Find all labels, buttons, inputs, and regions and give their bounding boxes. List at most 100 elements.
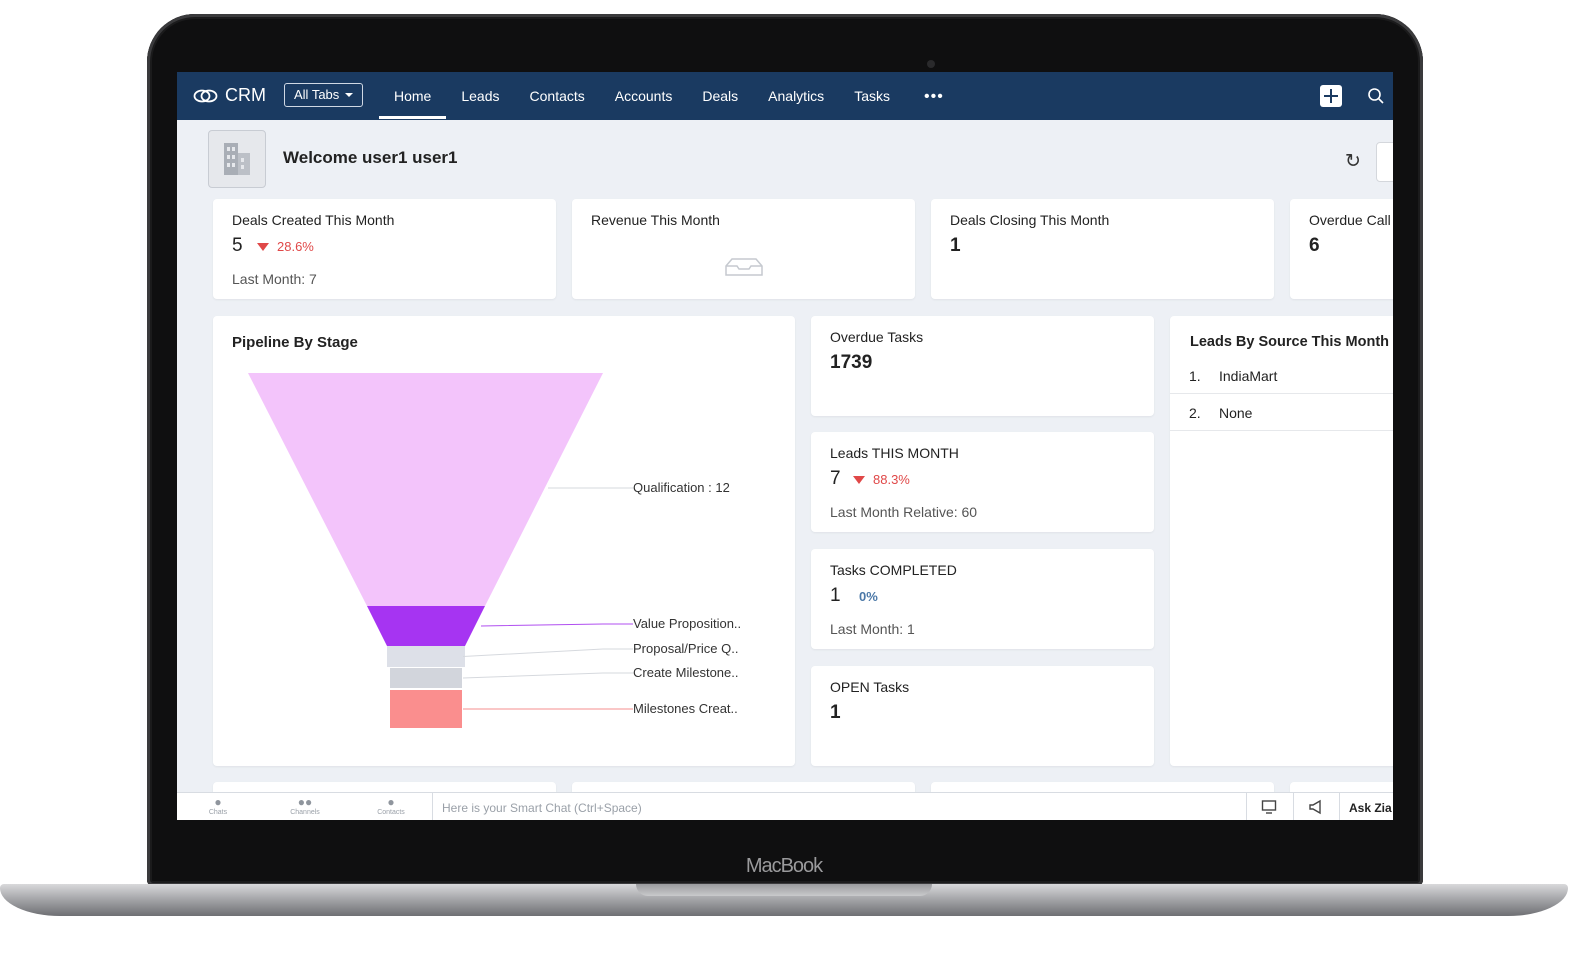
funnel-leader-line [462, 648, 633, 657]
source-rank: 1. [1189, 368, 1201, 384]
down-arrow-icon [853, 475, 865, 484]
contacts-label: Contacts [377, 809, 405, 816]
refresh-icon[interactable]: ↻ [1345, 150, 1361, 173]
building-icon [224, 143, 250, 175]
card-title: Tasks COMPLETED [830, 562, 957, 578]
tab-home[interactable]: Home [379, 72, 447, 120]
card-title: Leads THIS MONTH [830, 445, 959, 461]
open-tasks-card: OPEN Tasks 1 [811, 666, 1154, 766]
card-value: 7 [830, 468, 841, 489]
overdue-tasks-card: Overdue Tasks 1739 [811, 316, 1154, 416]
tab-analytics[interactable]: Analytics [753, 72, 839, 120]
chats-button[interactable]: ● Chats [198, 795, 238, 816]
tab-leads[interactable]: Leads [446, 72, 514, 120]
search-icon[interactable] [1367, 87, 1385, 105]
empty-inbox-icon [725, 258, 763, 276]
deals-created-card: Deals Created This Month 5 28.6% Last Mo… [213, 199, 556, 299]
tab-deals[interactable]: Deals [687, 72, 753, 120]
crm-screen: CRM All Tabs Home Leads Contacts Account… [177, 72, 1393, 820]
divider [1170, 430, 1393, 431]
org-avatar [208, 130, 266, 188]
funnel-segment[interactable] [367, 606, 485, 646]
channels-button[interactable]: ●● Channels [285, 795, 325, 816]
card-title: Overdue Call [1309, 212, 1391, 228]
screen-share-icon[interactable] [1261, 799, 1277, 815]
welcome-message: Welcome user1 user1 [283, 148, 458, 167]
all-tabs-label: All Tabs [294, 87, 340, 102]
divider [1246, 793, 1247, 820]
card-title: Revenue This Month [591, 212, 720, 228]
overdue-calls-card: Overdue Call 6 [1290, 199, 1393, 299]
divider [432, 793, 433, 820]
side-panel-button[interactable] [1376, 142, 1393, 182]
more-tabs-icon[interactable]: ••• [924, 88, 944, 106]
ask-zia-button[interactable]: Ask Zia [1349, 801, 1392, 815]
deals-closing-card: Deals Closing This Month 1 [931, 199, 1274, 299]
card-delta: 88.3% [853, 472, 910, 487]
divider [1293, 793, 1294, 820]
quick-create-icon[interactable] [1320, 85, 1342, 107]
card-title: Overdue Tasks [830, 329, 924, 345]
card-title: Leads By Source This Month [1190, 334, 1389, 350]
source-name: IndiaMart [1219, 368, 1278, 384]
card-value: 6 [1309, 235, 1320, 256]
funnel-segment[interactable] [390, 668, 462, 688]
funnel-segment[interactable] [387, 646, 465, 667]
card-value: 1 [830, 585, 841, 606]
camera-icon [927, 60, 935, 68]
card-subtext: Last Month: 7 [232, 271, 317, 287]
list-item[interactable]: 2. None [1189, 405, 1393, 421]
chat-bubble-icon: ● [214, 795, 222, 809]
tasks-completed-card: Tasks COMPLETED 1 0% Last Month: 1 [811, 549, 1154, 649]
card-title: OPEN Tasks [830, 679, 910, 695]
funnel-segment[interactable] [248, 373, 603, 606]
funnel-label: Create Milestone.. [633, 665, 739, 680]
funnel-leader-line [480, 623, 633, 627]
leads-by-source-card: Leads By Source This Month 1. IndiaMart 2… [1170, 316, 1393, 766]
nav-tabs: Home Leads Contacts Accounts Deals Analy… [379, 72, 905, 120]
card-value: 5 [232, 235, 243, 256]
chats-label: Chats [208, 809, 228, 816]
card-title: Deals Closing This Month [950, 212, 1110, 228]
card-value: 1739 [830, 352, 873, 373]
delta-value: 28.6% [277, 239, 314, 254]
laptop-brand: MacBook [745, 855, 823, 877]
top-nav: CRM All Tabs Home Leads Contacts Account… [177, 72, 1393, 120]
chevron-down-icon [345, 93, 354, 97]
funnel-label: Value Proposition.. [633, 616, 741, 631]
tab-accounts[interactable]: Accounts [600, 72, 688, 120]
card-delta: 0% [859, 589, 878, 604]
welcome-bar: Welcome user1 user1 ↻ [177, 120, 1393, 196]
pipeline-by-stage-card: Pipeline By Stage Qualification : 12 Valu… [213, 316, 795, 766]
smart-chat-bar: ● Chats ●● Channels ● Contacts Here is y… [177, 792, 1393, 820]
channels-label: Channels [290, 809, 320, 816]
leads-this-month-card: Leads THIS MONTH 7 88.3% Last Month Rela… [811, 432, 1154, 532]
delta-value: 88.3% [873, 472, 910, 487]
source-rank: 2. [1189, 405, 1201, 421]
card-value: 1 [830, 702, 841, 723]
crm-logo-icon [193, 89, 218, 102]
down-arrow-icon [257, 242, 269, 251]
divider [1339, 793, 1340, 820]
announcement-icon[interactable] [1308, 799, 1326, 815]
funnel-label: Proposal/Price Q.. [633, 641, 739, 656]
funnel-label: Milestones Creat.. [633, 701, 738, 716]
group-icon: ●● [297, 795, 313, 809]
funnel-leader-line [462, 672, 633, 679]
card-title: Deals Created This Month [232, 212, 395, 228]
funnel-segment[interactable] [390, 690, 462, 728]
app-name: CRM [225, 85, 266, 105]
funnel-label: Qualification : 12 [633, 480, 730, 495]
contacts-button[interactable]: ● Contacts [371, 795, 411, 816]
all-tabs-dropdown[interactable]: All Tabs [284, 83, 364, 107]
smart-chat-input[interactable]: Here is your Smart Chat (Ctrl+Space) [442, 801, 642, 815]
person-icon: ● [387, 795, 395, 809]
crm-logo[interactable]: CRM [193, 85, 266, 106]
divider [1170, 393, 1393, 394]
card-value: 1 [950, 235, 961, 256]
list-item[interactable]: 1. IndiaMart [1189, 368, 1393, 384]
tab-contacts[interactable]: Contacts [515, 72, 600, 120]
tab-tasks[interactable]: Tasks [839, 72, 905, 120]
pipeline-funnel-chart: Qualification : 12 Value Proposition.. Pro… [248, 373, 741, 728]
revenue-card: Revenue This Month [572, 199, 915, 299]
